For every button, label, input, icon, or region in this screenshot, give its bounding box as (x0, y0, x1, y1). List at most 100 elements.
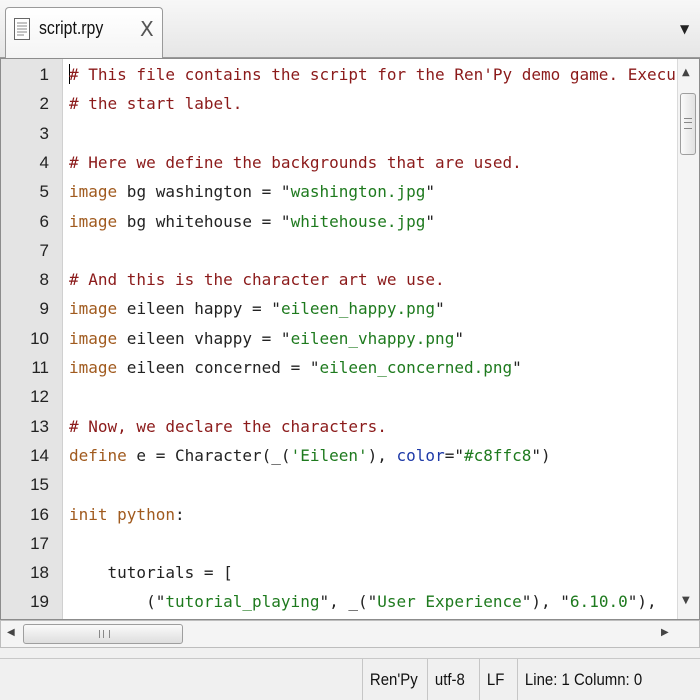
code-token-plain: (" (69, 592, 166, 612)
code-token-plain: " (435, 299, 445, 319)
code-token-string: eileen_vhappy.png (290, 328, 455, 348)
code-line[interactable]: define e = Character(_('Eileen'), color=… (69, 441, 551, 470)
code-line[interactable]: image eileen vhappy = "eileen_vhappy.png… (69, 324, 464, 353)
code-token-comment: # This file contains the script for the … (69, 65, 675, 84)
code-token-plain: bg washington = " (117, 182, 291, 202)
document-icon (14, 18, 30, 40)
line-number: 9 (39, 299, 49, 319)
horizontal-scrollbar[interactable]: ◀ ▶ (0, 620, 700, 648)
code-token-string: eileen_happy.png (280, 299, 436, 319)
code-token-keyword: image (69, 358, 118, 377)
line-number: 12 (30, 387, 49, 407)
code-token-string: 'Eileen' (290, 445, 368, 465)
line-number: 1 (39, 65, 49, 84)
code-token-keyword: define (69, 445, 127, 465)
scroll-right-arrow-icon[interactable]: ▶ (661, 627, 669, 638)
code-token-plain: "), (627, 592, 657, 612)
code-token-string: whitehouse.jpg (290, 211, 426, 231)
code-token-keyword: init python (69, 504, 175, 524)
grip-icon (684, 118, 692, 129)
code-token-keyword: image (69, 211, 118, 231)
code-editor[interactable]: 1 2 3 4 5 6 7 8 9 10 11 12 13 14 15 16 17 18 19 # This fil… (0, 58, 700, 620)
code-token-comment: # Here we define the backgrounds that ar… (69, 152, 522, 172)
code-area[interactable]: # This file contains the script for the … (69, 59, 675, 619)
line-number: 19 (30, 592, 49, 612)
status-cursor-position: Line: 1 Column: 0 (517, 659, 678, 700)
code-token-plain: ), (367, 445, 397, 465)
line-number: 4 (39, 152, 49, 172)
code-token-plain: " (425, 211, 436, 231)
code-token-comment: # the start label. (69, 94, 243, 114)
tab-script-rpy[interactable]: script.rpy X (5, 7, 163, 59)
line-number: 2 (39, 94, 49, 114)
code-token-keyword: image (69, 182, 118, 202)
code-token-string: eileen_concerned.png (319, 358, 513, 377)
code-token-comment: # And this is the character art we use. (69, 270, 445, 290)
code-token-plain: tutorials = [ (69, 563, 233, 583)
code-line[interactable]: image eileen concerned = "eileen_concern… (69, 353, 522, 382)
code-token-string: 6.10.0 (569, 592, 628, 612)
line-number: 3 (39, 123, 49, 143)
code-token-plain: =" (444, 445, 464, 465)
vertical-scroll-thumb[interactable] (680, 93, 696, 155)
code-token-attr: color (396, 445, 445, 465)
code-token-plain: " (454, 328, 464, 348)
code-line[interactable]: ("tutorial_playing", _("User Experience"… (69, 587, 657, 616)
code-line[interactable]: tutorials = [ (69, 558, 233, 587)
status-language[interactable]: Ren'Py (362, 659, 419, 700)
code-token-plain: eileen vhappy = " (117, 328, 291, 348)
code-token-plain: " (425, 182, 436, 202)
line-number: 14 (30, 445, 49, 465)
line-number-gutter: 1 2 3 4 5 6 7 8 9 10 11 12 13 14 15 16 17 18 19 (1, 59, 63, 619)
code-token-plain: eileen happy = " (117, 299, 281, 319)
vertical-scrollbar[interactable]: ▲ ▼ (677, 59, 699, 619)
code-token-plain: ") (531, 445, 551, 465)
tab-list-dropdown-icon[interactable]: ▼ (680, 22, 689, 36)
code-token-plain: : (174, 504, 185, 524)
code-line[interactable]: image eileen happy = "eileen_happy.png" (69, 294, 445, 323)
code-token-string: #c8ffc8 (463, 445, 532, 465)
code-token-keyword: image (69, 328, 118, 348)
line-number: 10 (30, 328, 49, 348)
tab-title: script.rpy (39, 18, 104, 38)
line-number: 6 (39, 211, 49, 231)
code-token-string: User Experience (377, 592, 522, 612)
code-token-plain: ", _(" (319, 592, 378, 612)
grip-icon (99, 630, 110, 638)
code-token-plain: "), " (521, 592, 570, 612)
line-number: 7 (39, 240, 49, 260)
tab-bar: script.rpy X ▼ (0, 0, 700, 59)
code-line[interactable]: init python: (69, 500, 185, 529)
code-token-plain: bg whitehouse = " (117, 211, 291, 231)
code-token-string: tutorial_playing (165, 592, 320, 612)
code-line[interactable]: # Here we define the backgrounds that ar… (69, 148, 522, 177)
scroll-down-arrow-icon[interactable]: ▼ (682, 595, 690, 606)
line-number: 5 (39, 182, 49, 202)
line-number: 17 (30, 533, 49, 553)
status-encoding[interactable]: utf-8 (427, 659, 473, 700)
close-icon[interactable]: X (140, 18, 154, 40)
scroll-left-arrow-icon[interactable]: ◀ (7, 627, 15, 638)
line-number: 8 (39, 270, 49, 290)
scroll-up-arrow-icon[interactable]: ▲ (682, 67, 690, 78)
code-line[interactable]: # And this is the character art we use. (69, 265, 445, 294)
status-bar: Ren'Py utf-8 LF Line: 1 Column: 0 (0, 658, 700, 700)
line-number: 16 (30, 504, 49, 524)
code-line[interactable]: image bg whitehouse = "whitehouse.jpg" (69, 207, 435, 236)
line-number: 11 (31, 358, 49, 377)
code-line[interactable]: # the start label. (69, 89, 242, 118)
code-line[interactable]: # Now, we declare the characters. (69, 412, 387, 441)
code-token-plain: " (512, 358, 522, 377)
code-token-plain: e = Character(_( (126, 445, 291, 465)
line-number: 18 (30, 563, 49, 583)
code-token-string: washington.jpg (290, 182, 426, 202)
code-token-keyword: image (69, 299, 118, 319)
status-line-ending[interactable]: LF (479, 659, 512, 700)
code-line[interactable]: image bg washington = "washington.jpg" (69, 177, 435, 206)
line-number: 15 (30, 475, 49, 495)
horizontal-scroll-thumb[interactable] (23, 624, 183, 644)
line-number: 13 (30, 416, 49, 436)
code-token-comment: # Now, we declare the characters. (69, 416, 387, 436)
code-line[interactable]: # This file contains the script for the … (69, 60, 675, 89)
code-token-plain: eileen concerned = " (117, 358, 320, 377)
